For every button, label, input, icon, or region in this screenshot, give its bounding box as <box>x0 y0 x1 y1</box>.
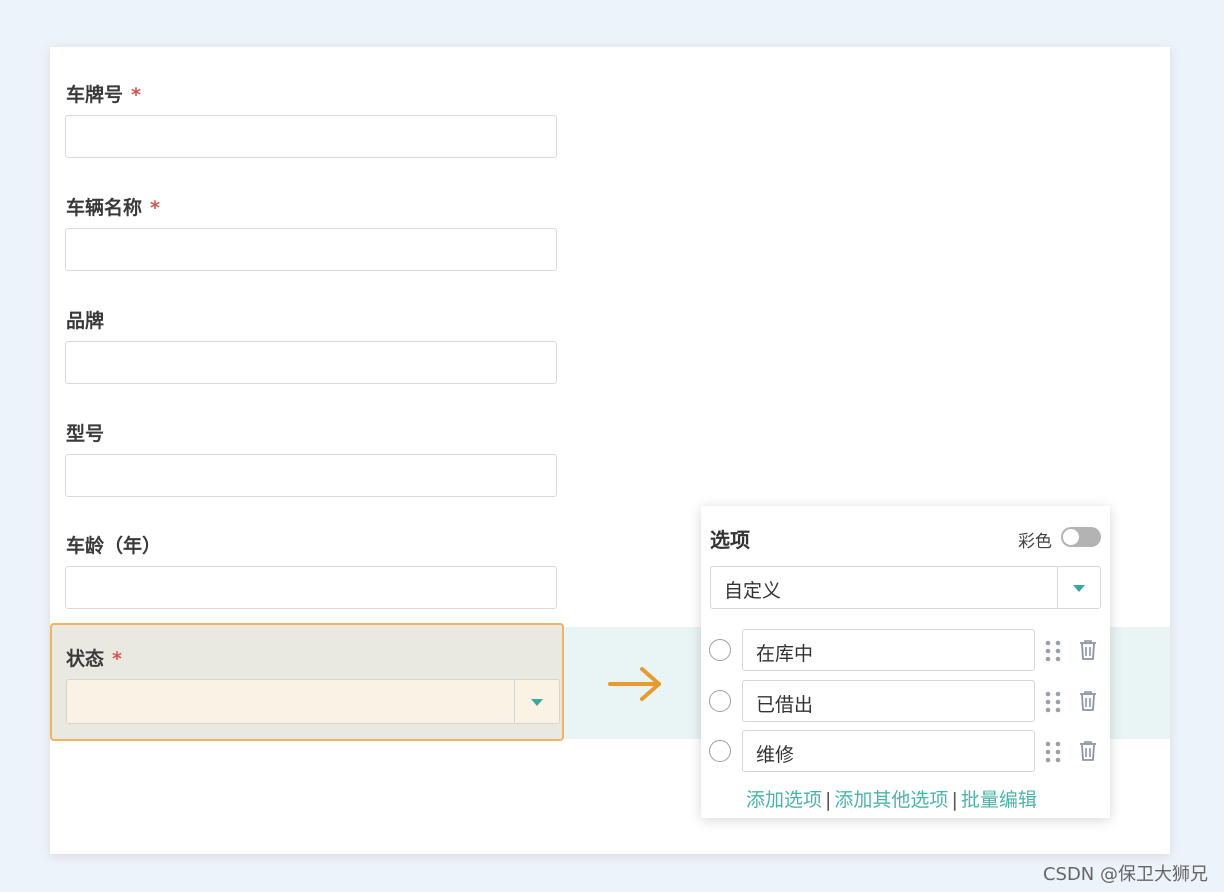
option-input[interactable]: 维修 <box>742 730 1035 772</box>
field-label-age: 车龄（年） <box>66 535 162 557</box>
vehicle-name-input[interactable] <box>65 228 557 271</box>
brand-input[interactable] <box>65 341 557 384</box>
arrow-right-icon <box>608 667 661 701</box>
caret-down-icon <box>1073 584 1085 592</box>
drag-handle-icon[interactable] <box>1044 639 1062 663</box>
option-actions: 添加选项 | 添加其他选项 | 批量编辑 <box>746 785 1037 812</box>
option-row: 已借出 <box>709 680 1101 722</box>
add-other-option-link[interactable]: 添加其他选项 <box>834 789 948 811</box>
trash-icon[interactable] <box>1078 740 1098 762</box>
trash-icon[interactable] <box>1078 639 1098 661</box>
option-row: 在库中 <box>709 629 1101 671</box>
color-toggle-label: 彩色 <box>1018 532 1052 552</box>
plate-number-input[interactable] <box>65 115 557 158</box>
required-mark: * <box>131 84 141 106</box>
radio-button[interactable] <box>709 740 731 762</box>
link-separator: | <box>825 789 832 811</box>
drag-handle-icon[interactable] <box>1044 740 1062 764</box>
model-input[interactable] <box>65 454 557 497</box>
option-type-select[interactable]: 自定义 <box>710 566 1101 609</box>
field-label-model: 型号 <box>66 423 105 445</box>
trash-icon[interactable] <box>1078 690 1098 712</box>
option-row: 维修 <box>709 730 1101 772</box>
field-label-vehicle-name: 车辆名称 * <box>66 197 160 219</box>
field-label-plate: 车牌号 * <box>66 84 141 106</box>
add-option-link[interactable]: 添加选项 <box>746 789 822 811</box>
watermark: CSDN @保卫大狮兄 <box>1042 864 1208 885</box>
color-toggle[interactable] <box>1061 527 1101 547</box>
option-input[interactable]: 已借出 <box>742 680 1035 722</box>
required-mark: * <box>150 197 160 219</box>
drag-handle-icon[interactable] <box>1044 690 1062 714</box>
link-separator: | <box>951 789 958 811</box>
radio-button[interactable] <box>709 639 731 661</box>
required-mark: * <box>112 648 122 670</box>
vehicle-age-input[interactable] <box>65 566 557 609</box>
status-dropdown-toggle[interactable] <box>514 680 559 723</box>
options-panel-title: 选项 <box>710 528 750 552</box>
option-input[interactable]: 在库中 <box>742 629 1035 671</box>
status-select[interactable] <box>66 679 560 724</box>
option-type-dropdown-toggle[interactable] <box>1057 567 1100 608</box>
caret-down-icon <box>531 698 543 706</box>
field-label-brand: 品牌 <box>66 310 105 332</box>
option-type-value: 自定义 <box>724 580 782 602</box>
field-label-status: 状态 * <box>66 648 122 670</box>
radio-button[interactable] <box>709 690 731 712</box>
batch-edit-link[interactable]: 批量编辑 <box>961 789 1037 811</box>
toggle-knob <box>1063 529 1079 545</box>
